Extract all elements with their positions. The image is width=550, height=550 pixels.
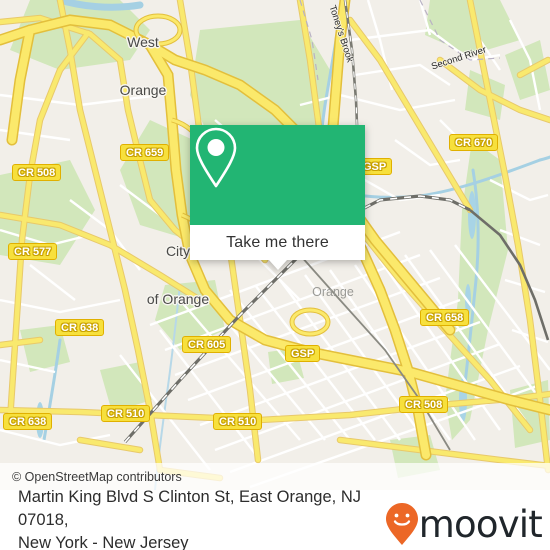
place-label-west-orange: West Orange xyxy=(108,2,178,130)
place-line-1: West xyxy=(127,34,159,50)
route-shield: CR 510 xyxy=(101,405,151,422)
route-shield: CR 658 xyxy=(420,309,470,326)
footer-bar: Martin King Blvd S Clinton St, East Oran… xyxy=(0,488,550,550)
place-line-2: Orange xyxy=(119,82,167,98)
place-label-orange: Orange xyxy=(303,252,363,332)
location-pin-icon xyxy=(195,127,237,188)
route-shield: CR 508 xyxy=(12,164,62,181)
route-shield: CR 659 xyxy=(120,144,170,161)
route-shield: CR 638 xyxy=(3,413,53,430)
route-shield: CR 508 xyxy=(399,396,449,413)
place-line-2: of Orange xyxy=(146,291,210,307)
moovit-pin-logo-icon xyxy=(385,503,418,545)
callout-pin-area xyxy=(190,125,365,225)
route-shield: CR 670 xyxy=(449,134,499,151)
address-line-1: Martin King Blvd S Clinton St, East Oran… xyxy=(18,487,361,529)
location-callout-card[interactable]: Take me there xyxy=(190,125,365,270)
route-shield: CR 638 xyxy=(55,319,105,336)
take-me-there-button[interactable]: Take me there xyxy=(190,225,365,260)
place-line-1: Orange xyxy=(312,285,354,299)
address-line-2: New York - New Jersey xyxy=(18,533,189,550)
route-shield: CR 605 xyxy=(182,336,232,353)
route-shield: CR 510 xyxy=(213,413,263,430)
route-shield: GSP xyxy=(285,345,321,362)
moovit-wordmark: moovit xyxy=(418,502,543,546)
address-text: Martin King Blvd S Clinton St, East Oran… xyxy=(18,486,416,550)
map-screenshot: West Orange City of Orange Orange Toney'… xyxy=(0,0,550,550)
callout-tail xyxy=(269,260,287,270)
route-shield: CR 577 xyxy=(8,243,58,260)
map-canvas[interactable]: West Orange City of Orange Orange Toney'… xyxy=(0,0,550,490)
osm-attribution-text[interactable]: © OpenStreetMap contributors xyxy=(12,470,182,484)
moovit-brand[interactable]: moovit xyxy=(385,502,543,546)
